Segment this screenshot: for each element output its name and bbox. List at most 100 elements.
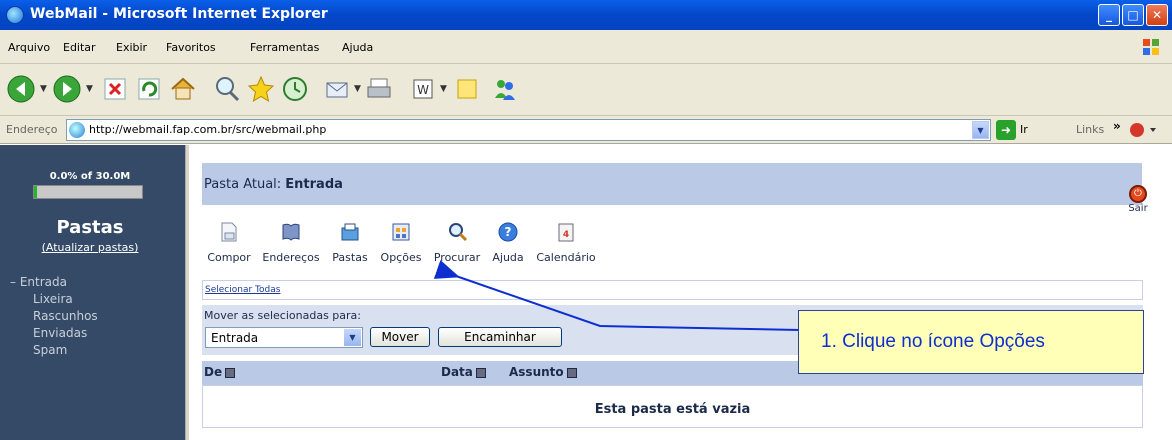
move-folder-value[interactable]: Entrada	[211, 331, 258, 345]
calendar-icon[interactable]: 4	[555, 221, 577, 243]
folder-enviadas[interactable]: Enviadas	[33, 326, 87, 340]
move-label: Mover as selecionadas para:	[204, 309, 361, 322]
minimize-icon[interactable]: _	[1098, 4, 1120, 26]
current-folder-label: Pasta Atual:	[204, 177, 282, 192]
help-icon[interactable]: ?	[497, 221, 519, 243]
compose-button[interactable]: Compor	[202, 221, 256, 264]
chevron-down-icon[interactable]: ▼	[344, 329, 361, 346]
help-label[interactable]: Ajuda	[486, 251, 530, 264]
edit-dropdown-icon[interactable]: ▼	[440, 84, 447, 94]
instruction-callout: 1. Clique no ícone Opções	[798, 310, 1144, 374]
sort-icon[interactable]	[566, 367, 577, 378]
column-subject-label[interactable]: Assunto	[509, 365, 564, 379]
chevron-right-icon[interactable]: »	[1113, 119, 1121, 133]
main-content: Pasta Atual: Entrada ⏻ Sair Compor Ender…	[189, 145, 1172, 440]
column-subject[interactable]: Assunto	[509, 365, 577, 379]
options-icon[interactable]	[390, 221, 412, 243]
print-icon[interactable]	[364, 74, 394, 104]
window-title: WebMail - Microsoft Internet Explorer	[30, 6, 328, 22]
go-arrow-icon[interactable]: ➜	[996, 120, 1016, 140]
options-button[interactable]: Opções	[374, 221, 428, 264]
menu-file[interactable]: Arquivo	[8, 41, 50, 54]
maximize-icon[interactable]: □	[1122, 4, 1144, 26]
menu-view[interactable]: Exibir	[116, 41, 147, 54]
search-magnifier-icon[interactable]	[446, 221, 468, 243]
current-folder: Pasta Atual: Entrada	[204, 177, 343, 192]
svg-text:?: ?	[505, 225, 512, 239]
links-label[interactable]: Links	[1076, 123, 1104, 136]
empty-folder-message: Esta pasta está vazia	[594, 402, 751, 417]
mail-icon[interactable]	[322, 74, 352, 104]
logout-label[interactable]: Sair	[1123, 203, 1153, 214]
move-button[interactable]: Mover	[370, 327, 430, 347]
message-list: Esta pasta está vazia	[202, 385, 1143, 428]
menu-favorites[interactable]: Favoritos	[166, 41, 216, 54]
folder-entrada[interactable]: – Entrada	[10, 275, 67, 289]
folder-sidebar: 0.0% of 30.0M Pastas (Atualizar pastas) …	[0, 145, 185, 440]
address-dropdown-icon[interactable]: ▼	[972, 121, 989, 139]
search-icon[interactable]	[212, 74, 242, 104]
folder-spam[interactable]: Spam	[33, 343, 67, 357]
webmail-toolbar: Compor Endereços Pastas Opções Procurar …	[202, 221, 762, 267]
folder-rascunhos[interactable]: Rascunhos	[33, 309, 98, 323]
addresses-book-icon[interactable]	[280, 221, 302, 243]
notes-icon[interactable]	[452, 74, 482, 104]
menu-help[interactable]: Ajuda	[342, 41, 373, 54]
mail-dropdown-icon[interactable]: ▼	[354, 84, 361, 94]
stop-icon[interactable]	[100, 74, 130, 104]
forward-dropdown-icon[interactable]: ▼	[86, 84, 93, 94]
folders-label[interactable]: Pastas	[326, 251, 374, 264]
go-button[interactable]: Ir	[1020, 123, 1028, 136]
history-icon[interactable]	[280, 74, 310, 104]
folders-title: Pastas	[56, 217, 124, 238]
calendar-label[interactable]: Calendário	[530, 251, 602, 264]
favorites-star-icon[interactable]	[246, 74, 276, 104]
folders-button[interactable]: Pastas	[326, 221, 374, 264]
svg-text:W: W	[417, 83, 429, 97]
refresh-icon[interactable]	[134, 74, 164, 104]
search-label[interactable]: Procurar	[428, 251, 486, 264]
forward-button[interactable]: Encaminhar	[438, 327, 562, 347]
menu-tools[interactable]: Ferramentas	[250, 41, 319, 54]
quota-bar	[33, 185, 143, 199]
forward-icon[interactable]	[52, 74, 82, 104]
back-dropdown-icon[interactable]: ▼	[40, 84, 47, 94]
sort-icon[interactable]	[475, 367, 486, 378]
folder-lixeira[interactable]: Lixeira	[33, 292, 73, 306]
address-input[interactable]: http://webmail.fap.com.br/src/webmail.ph…	[66, 119, 991, 141]
address-label: Endereço	[6, 123, 58, 136]
address-url[interactable]: http://webmail.fap.com.br/src/webmail.ph…	[89, 123, 326, 136]
home-icon[interactable]	[168, 74, 198, 104]
current-folder-bar: Pasta Atual: Entrada ⏻ Sair	[202, 163, 1148, 214]
compose-label[interactable]: Compor	[202, 251, 256, 264]
compose-icon[interactable]	[218, 221, 240, 243]
column-date[interactable]: Data	[441, 365, 486, 379]
column-date-label[interactable]: Data	[441, 365, 473, 379]
options-label[interactable]: Opções	[374, 251, 428, 264]
power-icon[interactable]: ⏻	[1129, 185, 1147, 203]
select-all-bar: Selecionar Todas	[202, 280, 1143, 300]
select-all-link[interactable]: Selecionar Todas	[205, 285, 280, 295]
close-icon[interactable]: ✕	[1146, 4, 1168, 26]
logout-button[interactable]: ⏻ Sair	[1123, 185, 1153, 214]
search-button[interactable]: Procurar	[428, 221, 486, 264]
calendar-button[interactable]: 4 Calendário	[530, 221, 602, 264]
address-bar: Endereço http://webmail.fap.com.br/src/w…	[0, 116, 1172, 144]
update-folders-link[interactable]: (Atualizar pastas)	[0, 241, 180, 254]
svg-text:4: 4	[563, 230, 569, 240]
move-folder-select[interactable]: Entrada ▼	[205, 327, 363, 348]
menu-edit[interactable]: Editar	[63, 41, 96, 54]
addresses-label[interactable]: Endereços	[256, 251, 326, 264]
folders-icon[interactable]	[339, 221, 361, 243]
help-button[interactable]: ? Ajuda	[486, 221, 530, 264]
back-icon[interactable]	[6, 74, 36, 104]
addon-icon[interactable]	[1128, 120, 1158, 140]
addresses-button[interactable]: Endereços	[256, 221, 326, 264]
column-from[interactable]: De	[204, 365, 236, 379]
callout-text: 1. Clique no ícone Opções	[821, 331, 1045, 352]
edit-icon[interactable]: W	[408, 74, 438, 104]
sort-icon[interactable]	[225, 367, 236, 378]
column-from-label[interactable]: De	[204, 365, 222, 379]
messenger-icon[interactable]	[490, 74, 520, 104]
current-folder-name: Entrada	[285, 177, 343, 192]
